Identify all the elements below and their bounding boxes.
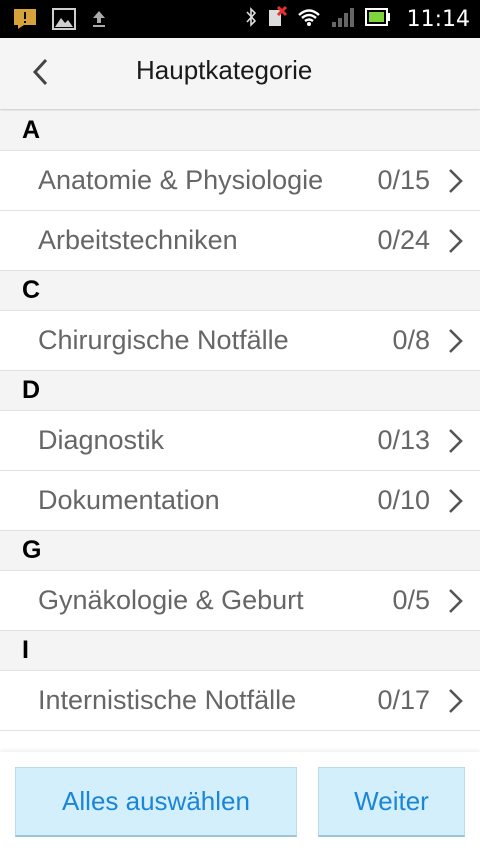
chevron-right-icon [446, 587, 466, 615]
status-bar: 11:14 [0, 0, 480, 38]
list-item-count: 0/17 [377, 685, 430, 715]
list-item-count: 0/10 [377, 485, 430, 515]
signal-icon [331, 7, 355, 32]
chevron-left-icon [31, 57, 49, 92]
list-item-diagnostik[interactable]: Diagnostik 0/13 [0, 411, 480, 471]
sim-blocked-icon [267, 5, 287, 33]
list-item-label: Gynäkologie & Geburt [38, 585, 304, 615]
category-list: A Anatomie & Physiologie 0/15 Arbeitstec… [0, 111, 480, 751]
battery-icon [364, 7, 391, 31]
page-title: Hauptkategorie [136, 55, 313, 85]
list-item-count: 0/15 [377, 165, 430, 195]
list-item-gynaekologie-geburt[interactable]: Gynäkologie & Geburt 0/5 [0, 571, 480, 631]
list-item-count: 0/5 [392, 585, 430, 615]
next-button[interactable]: Weiter [318, 767, 465, 837]
wifi-icon [297, 7, 321, 32]
status-bar-right: 11:14 [245, 0, 470, 38]
list-item-dokumentation[interactable]: Dokumentation 0/10 [0, 471, 480, 531]
chevron-right-icon [446, 487, 466, 515]
upload-icon [92, 9, 106, 34]
bluetooth-icon [245, 6, 257, 32]
list-item-label: Diagnostik [38, 425, 165, 455]
section-header-i: I [0, 631, 480, 671]
app-header: Hauptkategorie [0, 38, 480, 110]
list-item-count: 0/24 [377, 225, 430, 255]
section-header-a: A [0, 111, 480, 151]
select-all-button[interactable]: Alles auswählen [15, 767, 297, 837]
clock: 11:14 [406, 6, 470, 32]
section-header-g: G [0, 531, 480, 571]
back-button[interactable] [22, 56, 58, 92]
list-item-chirurgische-notfaelle[interactable]: Chirurgische Notfälle 0/8 [0, 311, 480, 371]
chevron-right-icon [446, 167, 466, 195]
notification-icon [14, 9, 36, 34]
chevron-right-icon [446, 227, 466, 255]
section-header-c: C [0, 271, 480, 311]
list-item-label: Chirurgische Notfälle [38, 325, 289, 355]
list-item-arbeitstechniken[interactable]: Arbeitstechniken 0/24 [0, 211, 480, 271]
image-icon [52, 8, 76, 35]
list-item-label: Arbeitstechniken [38, 225, 238, 255]
chevron-right-icon [446, 327, 466, 355]
list-item-anatomie-physiologie[interactable]: Anatomie & Physiologie 0/15 [0, 151, 480, 211]
chevron-right-icon [446, 687, 466, 715]
footer-bar: Alles auswählen Weiter [0, 752, 480, 854]
list-item-internistische-notfaelle[interactable]: Internistische Notfälle 0/17 [0, 671, 480, 731]
list-item-count: 0/13 [377, 425, 430, 455]
list-item-label: Internistische Notfälle [38, 685, 297, 715]
chevron-right-icon [446, 427, 466, 455]
list-item-label: Dokumentation [38, 485, 220, 515]
list-item-count: 0/8 [392, 325, 430, 355]
list-item-label: Anatomie & Physiologie [38, 165, 324, 195]
status-bar-left [14, 8, 106, 35]
section-header-d: D [0, 371, 480, 411]
